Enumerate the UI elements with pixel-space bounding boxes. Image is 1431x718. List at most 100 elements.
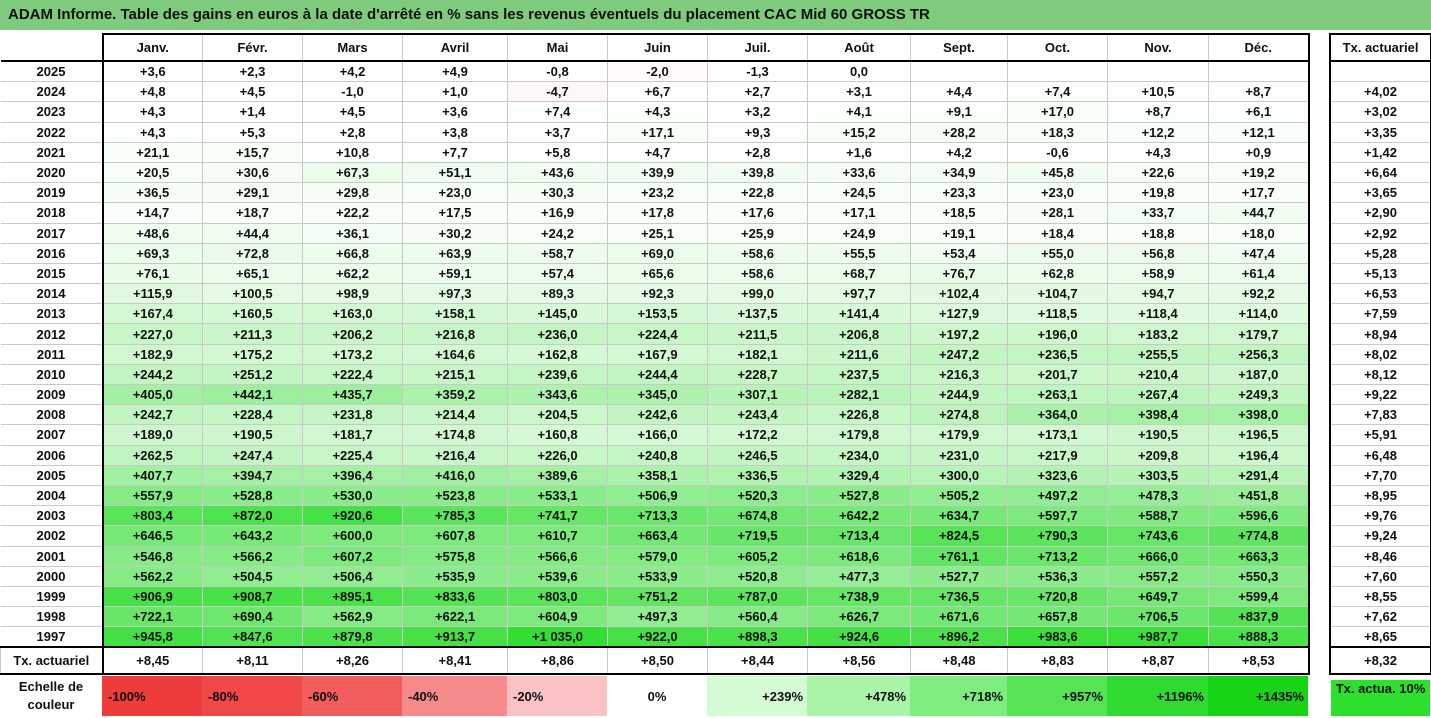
year-cell: 2021 xyxy=(0,141,103,163)
gain-cell: +34,9 xyxy=(910,161,1008,184)
rate-cell: +7,70 xyxy=(1329,464,1431,486)
gain-cell: +16,9 xyxy=(507,202,608,224)
year-cell: 2017 xyxy=(0,222,103,244)
gain-cell: +787,0 xyxy=(707,585,808,608)
table-row: 2021 +21,1 +15,7 +10,8 +7,7 +5,8 +4,7 +2,8 +1,6 +… xyxy=(0,141,1310,163)
month-header: Déc. xyxy=(1208,33,1310,62)
gain-cell: +15,7 xyxy=(202,141,303,163)
gain-cell: +983,6 xyxy=(1007,626,1108,648)
gain-cell: +102,4 xyxy=(910,283,1008,305)
gain-cell: +179,7 xyxy=(1208,323,1310,345)
year-cell: 2003 xyxy=(0,505,103,527)
gain-cell: +12,1 xyxy=(1208,121,1310,143)
gain-cell: +236,0 xyxy=(507,323,608,345)
gain-cell: +2,8 xyxy=(302,121,403,143)
gain-cell: +17,1 xyxy=(607,121,708,143)
gain-cell: +2,3 xyxy=(202,60,303,83)
gain-cell: +23,0 xyxy=(402,182,508,204)
gain-cell: +274,8 xyxy=(910,404,1008,426)
gain-cell: +197,2 xyxy=(910,323,1008,345)
gain-cell: +987,7 xyxy=(1107,626,1209,648)
gain-cell: +97,7 xyxy=(807,283,911,305)
gain-cell: +153,5 xyxy=(607,303,708,325)
gain-cell: +722,1 xyxy=(101,606,203,628)
gain-cell: +530,0 xyxy=(302,484,403,507)
gain-cell: +247,4 xyxy=(202,444,303,466)
gain-cell: +579,0 xyxy=(607,545,708,567)
table-row: 2011 +182,9 +175,2 +173,2 +164,6 +162,8 +167,9… xyxy=(0,343,1310,365)
gain-cell: +19,8 xyxy=(1107,182,1209,204)
gain-cell: +895,1 xyxy=(302,585,403,608)
gain-cell: +231,0 xyxy=(910,444,1008,466)
gain-cell: +364,0 xyxy=(1007,404,1108,426)
rate-cell: +8,12 xyxy=(1329,363,1431,386)
gain-cell: +550,3 xyxy=(1208,565,1310,587)
gain-cell: +920,6 xyxy=(302,505,403,527)
gain-cell: +908,7 xyxy=(202,585,303,608)
year-cell: 2024 xyxy=(0,81,103,103)
gain-cell: +497,3 xyxy=(607,606,708,628)
gain-cell: +224,4 xyxy=(607,323,708,345)
gain-cell: +6,7 xyxy=(607,81,708,103)
gain-cell: +17,1 xyxy=(807,202,911,224)
gain-cell: +23,0 xyxy=(1007,182,1108,204)
gain-cell: +25,9 xyxy=(707,222,808,244)
table-row: 2006 +262,5 +247,4 +225,4 +216,4 +226,0 +240,8… xyxy=(0,444,1310,466)
gain-cell: +405,0 xyxy=(101,383,203,406)
gain-cell: +56,8 xyxy=(1107,242,1209,264)
gain-cell: +922,0 xyxy=(607,626,708,648)
gain-cell: +738,9 xyxy=(807,585,911,608)
gain-cell: +10,8 xyxy=(302,141,403,163)
gain-cell: +240,8 xyxy=(607,444,708,466)
gain-cell: +713,3 xyxy=(607,505,708,527)
gain-cell: +17,7 xyxy=(1208,182,1310,204)
gain-cell: +560,4 xyxy=(707,606,808,628)
gain-cell: +562,2 xyxy=(101,565,203,587)
month-header: Août xyxy=(807,33,911,62)
gain-cell: +505,2 xyxy=(910,484,1008,507)
gain-cell: +8,7 xyxy=(1208,81,1310,103)
table-row: 2009 +405,0 +442,1 +435,7 +359,2 +343,6 +345,0… xyxy=(0,383,1310,406)
gain-cell: +533,1 xyxy=(507,484,608,507)
gain-cell: +137,5 xyxy=(707,303,808,325)
gain-cell: +44,7 xyxy=(1208,202,1310,224)
gain-cell: +323,6 xyxy=(1007,464,1108,486)
gain-cell: +30,2 xyxy=(402,222,508,244)
gain-cell: +22,2 xyxy=(302,202,403,224)
gain-cell: +236,5 xyxy=(1007,343,1108,365)
gain-cell: +4,1 xyxy=(807,101,911,123)
gain-cell: +226,8 xyxy=(807,404,911,426)
gain-cell: +741,7 xyxy=(507,505,608,527)
table-row: 2022 +4,3 +5,3 +2,8 +3,8 +3,7 +17,1 +9,3 +15,2 +2… xyxy=(0,121,1310,143)
gain-cell: +244,4 xyxy=(607,363,708,386)
gain-cell: +173,2 xyxy=(302,343,403,365)
gain-cell: +210,4 xyxy=(1107,363,1209,386)
table-row: 2004 +557,9 +528,8 +530,0 +523,8 +533,1 +506,9… xyxy=(0,484,1310,507)
gain-cell: +4,3 xyxy=(101,101,203,123)
gain-cell: +62,8 xyxy=(1007,262,1108,285)
gain-cell: +179,9 xyxy=(910,424,1008,446)
gain-cell: +761,1 xyxy=(910,545,1008,567)
gain-cell: +217,9 xyxy=(1007,444,1108,466)
gain-cell xyxy=(1208,60,1310,83)
gain-cell: +216,8 xyxy=(402,323,508,345)
gain-cell: +45,8 xyxy=(1007,161,1108,184)
gain-cell: +53,4 xyxy=(910,242,1008,264)
gain-cell: +9,1 xyxy=(910,101,1008,123)
footer-rate-cell: +8,83 xyxy=(1007,646,1108,676)
gain-cell: +189,0 xyxy=(101,424,203,446)
gain-cell: -2,0 xyxy=(607,60,708,83)
month-header: Juil. xyxy=(707,33,808,62)
gain-cell: +642,2 xyxy=(807,505,911,527)
gain-cell: +206,8 xyxy=(807,323,911,345)
gains-table: Janv. Févr. Mars Avril Mai Juin Juil. Août Sept.… xyxy=(0,33,1310,676)
table-row: 2015 +76,1 +65,1 +62,2 +59,1 +57,4 +65,6 +58,6 +… xyxy=(0,262,1310,285)
gain-cell: +114,0 xyxy=(1208,303,1310,325)
gain-cell: +243,4 xyxy=(707,404,808,426)
table-row: 2008 +242,7 +228,4 +231,8 +214,4 +204,5 +242,6… xyxy=(0,404,1310,426)
rate-cell: +7,60 xyxy=(1329,565,1431,587)
gain-cell: +263,1 xyxy=(1007,383,1108,406)
gain-cell: +398,0 xyxy=(1208,404,1310,426)
gain-cell: +39,8 xyxy=(707,161,808,184)
gain-cell: +18,3 xyxy=(1007,121,1108,143)
